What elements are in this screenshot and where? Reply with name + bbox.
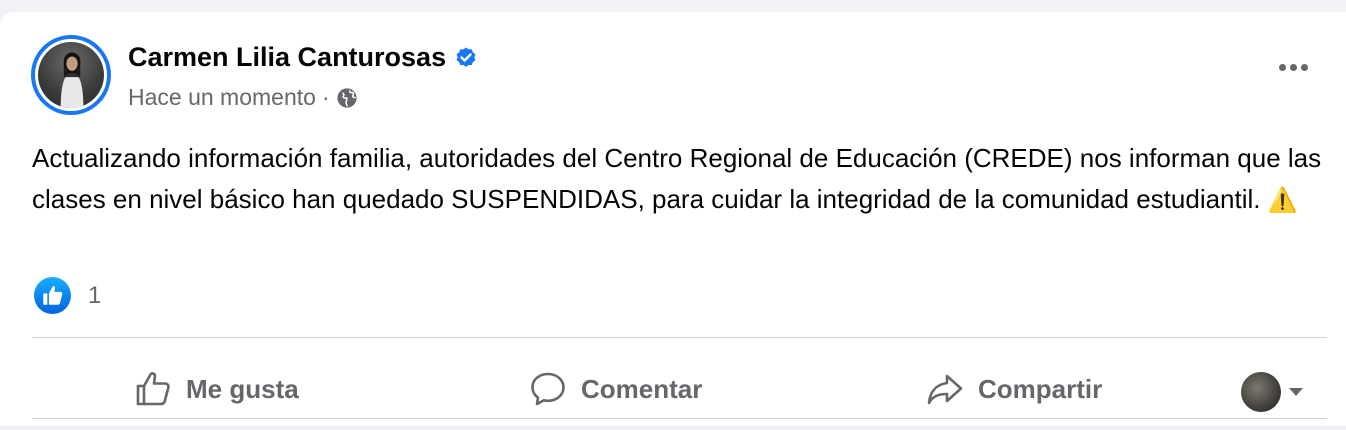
share-arrow-icon	[927, 374, 963, 405]
comment-label: Comentar	[581, 373, 703, 404]
comment-button[interactable]: Comentar	[529, 370, 702, 408]
post-text: Actualizando información familia, autori…	[32, 138, 1322, 221]
like-button[interactable]: Me gusta	[134, 370, 299, 408]
dot	[1290, 64, 1297, 71]
author-avatar[interactable]	[31, 35, 111, 115]
avatar-photo	[38, 42, 104, 108]
verified-badge-icon	[456, 47, 476, 67]
warning-emoji: ⚠️	[1267, 187, 1298, 214]
post-card: Carmen Lilia Canturosas Hace un momento …	[0, 12, 1346, 426]
post-timestamp[interactable]: Hace un momento	[128, 84, 316, 111]
dot	[1279, 64, 1286, 71]
like-label: Me gusta	[186, 373, 299, 404]
profile-avatar	[1241, 372, 1281, 412]
meta-separator: ·	[321, 84, 330, 110]
globe-icon[interactable]	[336, 87, 358, 109]
divider-bottom	[32, 418, 1327, 419]
like-badge-icon	[34, 277, 71, 314]
thumbs-up-icon	[136, 372, 170, 406]
share-button[interactable]: Compartir	[926, 370, 1102, 408]
reaction-count: 1	[88, 281, 102, 309]
share-label: Compartir	[978, 373, 1103, 404]
reaction-profile-selector[interactable]	[1241, 372, 1303, 412]
author-name[interactable]: Carmen Lilia Canturosas	[128, 42, 446, 73]
reactions-summary[interactable]: 1	[34, 277, 101, 314]
more-options-button[interactable]	[1279, 64, 1308, 71]
divider-top	[32, 337, 1327, 338]
author-name-row: Carmen Lilia Canturosas	[128, 42, 478, 73]
person-silhouette-icon	[60, 52, 84, 108]
dot	[1301, 64, 1308, 71]
comment-bubble-icon	[531, 372, 565, 406]
chevron-down-icon	[1289, 388, 1303, 396]
post-meta: Hace un momento ·	[128, 84, 358, 111]
post-body: Actualizando información familia, autori…	[32, 143, 1322, 214]
